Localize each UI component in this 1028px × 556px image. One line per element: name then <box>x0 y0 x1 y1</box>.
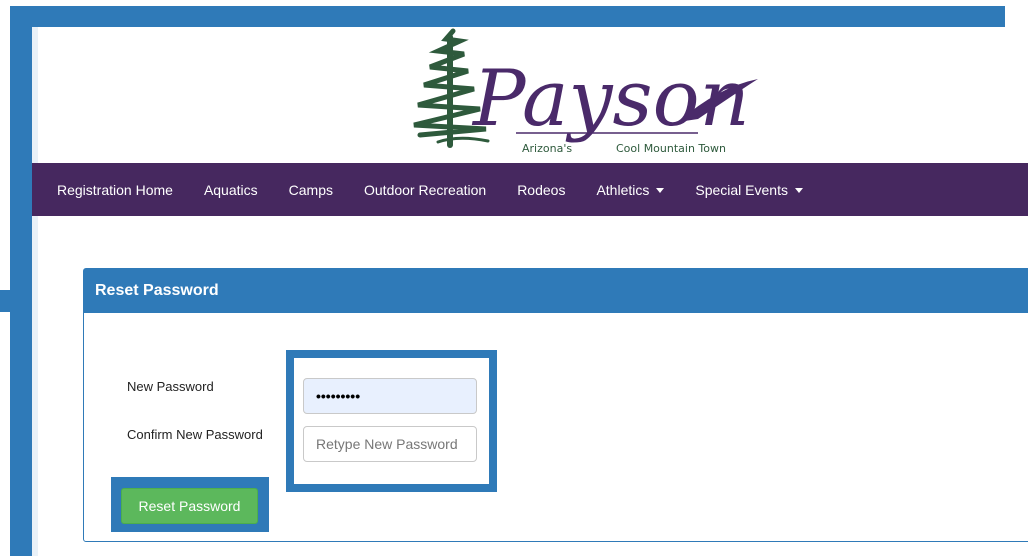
nav-label: Rodeos <box>517 181 566 198</box>
nav-athletics-dropdown[interactable]: Athletics <box>596 181 665 198</box>
new-password-label: New Password <box>127 379 214 394</box>
input-highlight-box <box>286 350 497 492</box>
site-header: Payson Arizona's Cool Mountain Town <box>38 27 1028 163</box>
panel-title: Reset Password <box>95 282 219 299</box>
nav-label: Aquatics <box>203 181 258 198</box>
nav-aquatics[interactable]: Aquatics <box>204 182 258 198</box>
reset-password-button[interactable]: Reset Password <box>121 488 258 524</box>
nav-special-events-dropdown[interactable]: Special Events <box>695 182 803 198</box>
annotation-frame-left <box>10 6 32 556</box>
new-password-input[interactable] <box>303 378 477 414</box>
panel-heading: Reset Password <box>84 269 1028 313</box>
annotation-frame-top <box>10 6 1005 27</box>
logo-title: Payson <box>471 54 750 144</box>
nav-label: Camps <box>288 181 333 198</box>
nav-outdoor-recreation[interactable]: Outdoor Recreation <box>364 182 486 198</box>
main-navbar: Registration Home Aquatics Camps Outdoor… <box>32 163 1028 216</box>
nav-camps[interactable]: Camps <box>289 182 333 198</box>
nav-label: Registration Home <box>57 181 173 198</box>
confirm-password-label: Confirm New Password <box>127 427 263 442</box>
logo-tagline-left: Arizona's <box>522 142 572 155</box>
nav-label: Athletics <box>596 181 650 198</box>
caret-down-icon <box>656 187 665 193</box>
nav-label: Special Events <box>695 181 788 198</box>
nav-registration-home[interactable]: Registration Home <box>57 182 173 198</box>
annotation-frame-tick <box>0 290 10 312</box>
confirm-password-input[interactable] <box>303 426 477 462</box>
logo-tagline-right: Cool Mountain Town <box>616 142 726 155</box>
nav-rodeos[interactable]: Rodeos <box>517 182 565 198</box>
caret-down-icon <box>794 187 803 193</box>
nav-label: Outdoor Recreation <box>364 181 487 198</box>
payson-logo[interactable]: Payson Arizona's Cool Mountain Town <box>398 27 778 163</box>
